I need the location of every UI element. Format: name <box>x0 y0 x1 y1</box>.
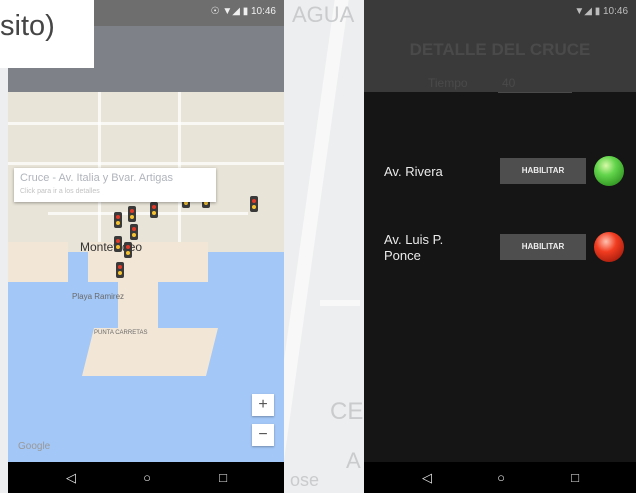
status-icons: ▼◢ ▮ 10:46 <box>574 6 628 17</box>
bg-word: ose <box>290 470 320 490</box>
zoom-in-button[interactable]: + <box>252 394 274 416</box>
slide-title-box: sito) <box>0 0 94 68</box>
street-label-ponce: Av. Luis P. Ponce <box>384 232 443 264</box>
traffic-light-marker[interactable] <box>114 212 122 228</box>
status-bar: ▼◢ ▮ 10:46 <box>364 0 636 26</box>
traffic-light-marker[interactable] <box>250 196 258 212</box>
traffic-light-marker[interactable] <box>116 262 124 278</box>
map-attribution: Google <box>18 441 51 452</box>
zoom-out-button[interactable]: − <box>252 424 274 446</box>
time-input-underline <box>498 92 572 93</box>
info-window-title: Cruce - Av. Italia y Bvar. Artigas <box>20 172 174 184</box>
time-label: Tiempo <box>428 76 468 90</box>
enable-button-rivera[interactable]: HABILITAR <box>500 158 586 184</box>
detail-phone-screen: ▼◢ ▮ 10:46 DETALLE DEL CRUCE Tiempo 40 A… <box>364 0 636 493</box>
home-icon[interactable]: ○ <box>132 462 162 493</box>
map-phone-screen: ☉ ▼◢ ▮ 10:46 Montevideo Playa Ramirez PU… <box>8 0 284 493</box>
map-label: PUNTA CARRETAS <box>94 330 148 336</box>
page-title: DETALLE DEL CRUCE <box>409 40 591 59</box>
detail-header: DETALLE DEL CRUCE Tiempo 40 <box>364 26 636 93</box>
nav-bar: ◁ ○ □ <box>8 462 284 493</box>
map-label: Playa Ramirez <box>72 292 125 301</box>
land-area <box>8 242 68 282</box>
street-label-rivera: Av. Rivera <box>384 164 443 180</box>
info-window-subtitle: Click para ir a los detalles <box>20 188 100 195</box>
status-icons: ☉ ▼◢ ▮ 10:46 <box>210 6 276 17</box>
bg-word: CE <box>330 398 364 425</box>
marker-info-window[interactable]: Cruce - Av. Italia y Bvar. Artigas Click… <box>14 168 216 202</box>
map-road <box>8 162 284 165</box>
recent-apps-icon[interactable]: □ <box>208 462 238 493</box>
enable-button-ponce[interactable]: HABILITAR <box>500 234 586 260</box>
bg-word: A <box>346 448 361 473</box>
traffic-light-marker[interactable] <box>150 202 158 218</box>
map-road <box>8 122 284 125</box>
traffic-light-red-icon <box>594 232 624 262</box>
map-view[interactable]: Montevideo Playa Ramirez PUNTA CARRETAS <box>8 92 284 462</box>
bg-road <box>320 300 360 306</box>
time-input[interactable]: 40 <box>502 76 515 90</box>
traffic-light-marker[interactable] <box>128 206 136 222</box>
traffic-light-marker[interactable] <box>130 224 138 240</box>
recent-apps-icon[interactable]: □ <box>560 462 590 493</box>
traffic-light-marker[interactable] <box>124 242 132 258</box>
slide-title: sito) <box>0 10 55 42</box>
street-label-line: Av. Luis P. <box>384 232 444 247</box>
home-icon[interactable]: ○ <box>486 462 516 493</box>
street-label-line: Ponce <box>384 248 421 263</box>
bg-word: AGUA <box>292 2 355 27</box>
traffic-light-green-icon <box>594 156 624 186</box>
traffic-light-marker[interactable] <box>114 236 122 252</box>
back-icon[interactable]: ◁ <box>412 462 442 493</box>
street-label-line: Av. Rivera <box>384 164 443 179</box>
city-label: Montevideo <box>80 240 143 254</box>
back-icon[interactable]: ◁ <box>56 462 86 493</box>
nav-bar: ◁ ○ □ <box>364 462 636 493</box>
map-road <box>48 212 248 215</box>
